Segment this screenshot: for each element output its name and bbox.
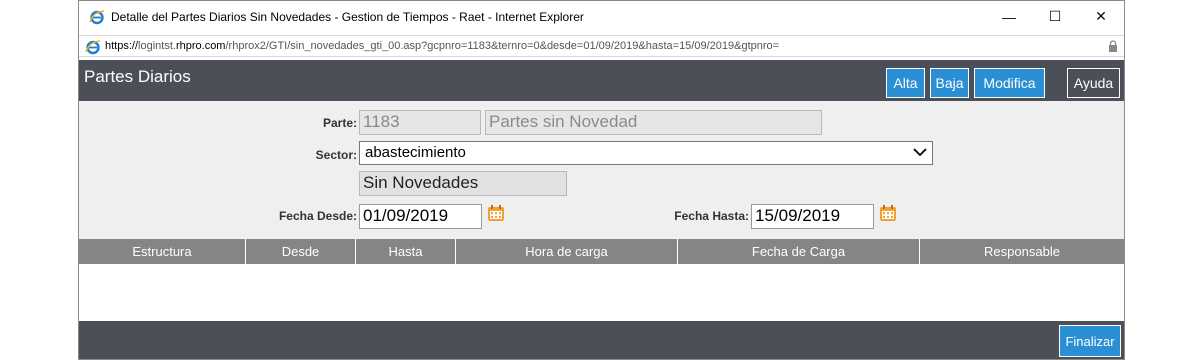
table-header: Estructura Desde Hasta Hora de carga Fec… <box>79 239 1124 264</box>
minimize-button[interactable]: — <box>986 1 1032 32</box>
fecha-desde-label: Fecha Desde: <box>278 209 357 223</box>
minimize-icon: — <box>1002 8 1016 25</box>
url-text[interactable]: https://logintst.rhpro.com/rhprox2/GTI/s… <box>105 40 779 52</box>
column-header[interactable]: Fecha de Carga <box>678 239 920 264</box>
maximize-icon: ☐ <box>1048 8 1062 24</box>
fecha-hasta-input[interactable]: 15/09/2019 <box>751 204 874 229</box>
modifica-button[interactable]: Modifica <box>974 68 1045 98</box>
maximize-button[interactable]: ☐ <box>1032 1 1078 32</box>
ayuda-button[interactable]: Ayuda <box>1067 68 1120 98</box>
calendar-icon[interactable] <box>487 204 505 222</box>
page-title: Partes Diarios <box>84 67 191 86</box>
finalizar-button[interactable]: Finalizar <box>1059 325 1121 357</box>
baja-button[interactable]: Baja <box>930 68 969 98</box>
footer-bar: Finalizar <box>79 321 1124 359</box>
parte-form: Parte: 1183 Partes sin Novedad Sector: a… <box>79 101 1124 239</box>
lock-icon[interactable] <box>1108 40 1118 52</box>
app-header: Partes Diarios Alta Baja Modifica Ayuda <box>79 60 1124 101</box>
address-bar[interactable]: https://logintst.rhpro.com/rhprox2/GTI/s… <box>79 35 1124 57</box>
fecha-hasta-label: Fecha Hasta: <box>674 209 749 223</box>
browser-window: Detalle del Partes Diarios Sin Novedades… <box>78 0 1125 360</box>
parte-label: Parte: <box>322 116 357 130</box>
url-scheme: https:// <box>105 40 139 52</box>
url-host-prefix: logintst. <box>138 40 176 52</box>
parte-description-field: Partes sin Novedad <box>485 110 822 135</box>
title-bar: Detalle del Partes Diarios Sin Novedades… <box>79 1 1124 33</box>
column-header[interactable]: Estructura <box>79 239 246 264</box>
alta-button[interactable]: Alta <box>886 68 925 98</box>
sector-label: Sector: <box>315 148 357 162</box>
url-path: /rhprox2/GTI/sin_novedades_gti_00.asp?gc… <box>225 40 780 52</box>
column-header[interactable]: Hora de carga <box>456 239 678 264</box>
fecha-desde-input[interactable]: 01/09/2019 <box>359 204 482 229</box>
chevron-down-icon <box>913 148 927 157</box>
calendar-icon[interactable] <box>879 204 897 222</box>
column-header[interactable]: Hasta <box>356 239 456 264</box>
column-header[interactable]: Desde <box>246 239 356 264</box>
column-header[interactable]: Responsable <box>920 239 1124 264</box>
tipo-novedad-field: Sin Novedades <box>359 171 567 196</box>
window-title: Detalle del Partes Diarios Sin Novedades… <box>111 10 584 24</box>
sector-selected-value: abastecimiento <box>365 144 466 161</box>
internet-explorer-icon <box>85 40 101 55</box>
close-icon: ✕ <box>1095 8 1107 24</box>
table-body <box>79 264 1124 321</box>
url-host-domain: rhpro.com <box>175 40 226 52</box>
sector-select[interactable]: abastecimiento <box>359 141 933 165</box>
parte-number-field: 1183 <box>359 110 481 135</box>
close-button[interactable]: ✕ <box>1078 1 1124 32</box>
internet-explorer-icon <box>89 10 105 25</box>
